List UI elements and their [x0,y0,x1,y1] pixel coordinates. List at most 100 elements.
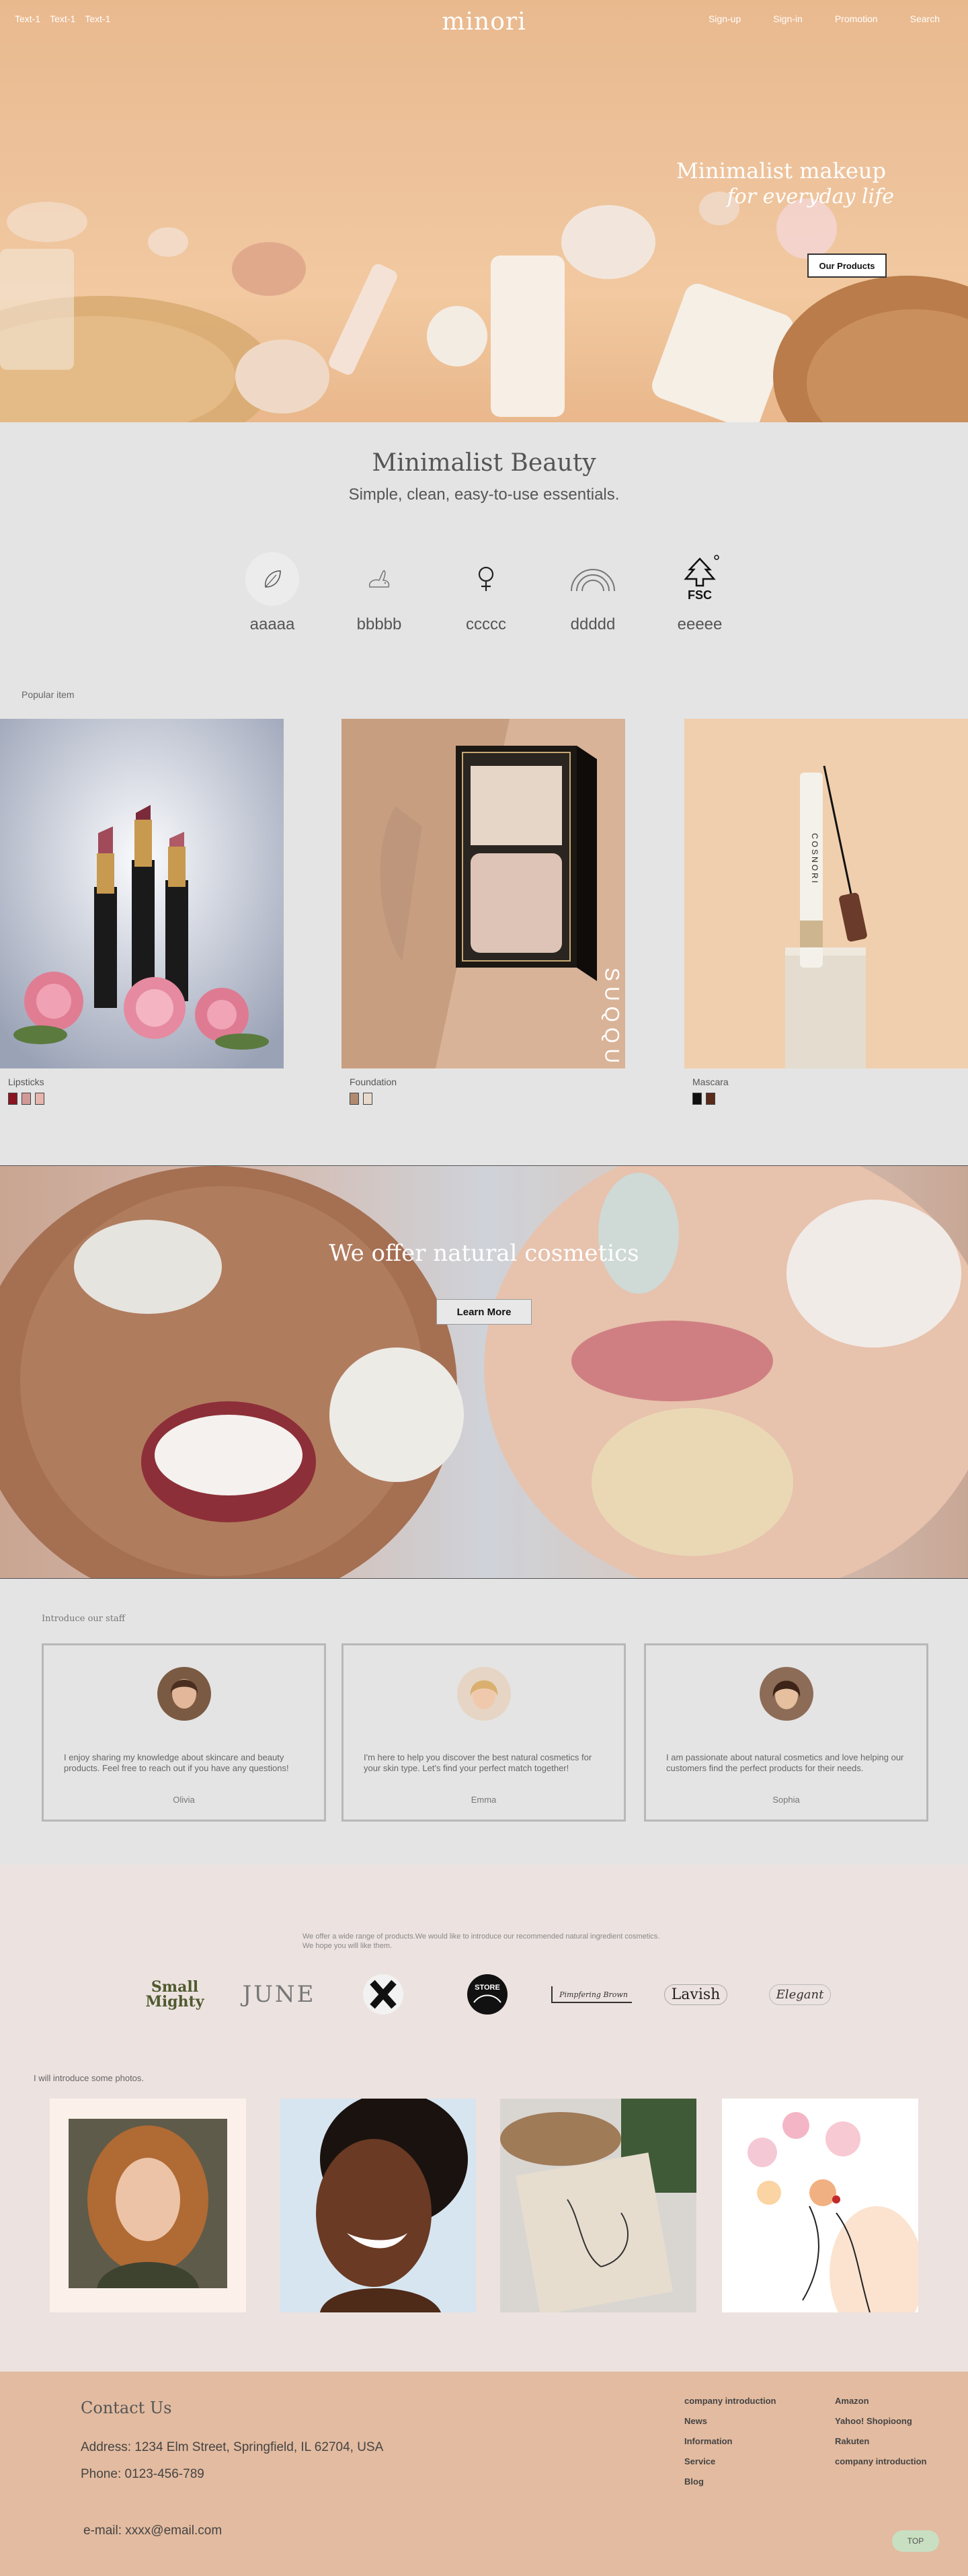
hero-section: Text-1 Text-1 Text-1 minori Sign-up Sign… [0,0,968,422]
mascara-brand-text: COSNORI [810,833,819,885]
contact-phone: Phone: 0123-456-789 [81,2467,204,2481]
section-title: Minimalist Beauty [372,449,596,477]
staff-section: Introduce our staff I enjoy sharing my k… [0,1579,968,1865]
nav-link-sign-up[interactable]: Sign-up [709,13,741,24]
natural-title: We offer natural cosmetics [329,1240,639,1267]
minimalist-beauty-section: Minimalist Beauty Simple, clean, easy-to… [0,422,968,1165]
color-swatches [350,1093,625,1105]
fsc-mark: FSC [688,588,712,602]
brands-intro: We offer a wide range of products.We wou… [302,1933,660,1950]
footer: Contact Us Address: 1234 Elm Street, Spr… [0,2372,968,2576]
product-card-lipsticks[interactable]: Lipsticks [0,719,284,1105]
color-swatches [692,1093,968,1105]
our-products-button[interactable]: Our Products [807,253,887,278]
brand-logo-small-mighty[interactable]: Small Mighty [134,1969,215,2020]
hero-title: Minimalist makeup [676,158,886,184]
natural-banner-image [0,1166,968,1578]
rabbit-icon [352,552,406,606]
brand-logo-elegant[interactable]: Elegant [760,1969,840,2020]
feature-item: FSC eeeee [670,552,730,634]
color-swatch[interactable] [35,1093,44,1105]
rainbow-icon [566,552,620,606]
staff-name: Emma [471,1795,497,1805]
footer-link-information[interactable]: Information [684,2436,776,2446]
footer-link-company-introduction-2[interactable]: company introduction [835,2456,927,2466]
brand-logo-x[interactable]: X [343,1969,424,2020]
popular-item-label: Popular item [22,689,75,700]
feature-icons: aaaaa bbbbb ccccc ddddd FSC eeeee [242,552,730,634]
feature-item: bbbbb [349,552,409,634]
back-to-top-button[interactable]: TOP [892,2530,939,2552]
contact-address: Address: 1234 Elm Street, Springfield, I… [81,2440,384,2454]
section-subtitle: Simple, clean, easy-to-use essentials. [348,485,620,504]
feature-item: ccccc [456,552,516,634]
footer-links-col-1: company introduction News Information Se… [684,2396,776,2487]
leaf-icon [245,552,299,606]
footer-link-service[interactable]: Service [684,2456,776,2466]
fsc-tree-icon: FSC [673,552,727,606]
brand-logo-store[interactable]: STORE [447,1969,528,2020]
color-swatch[interactable] [22,1093,31,1105]
color-swatches [8,1093,284,1105]
brand-logo-june[interactable]: JUNE [239,1969,319,2020]
nav-link-promotion[interactable]: Promotion [835,13,878,24]
staff-name: Olivia [173,1795,195,1805]
footer-link-news[interactable]: News [684,2416,776,2426]
feature-label: aaaaa [249,615,295,633]
footer-link-blog[interactable]: Blog [684,2476,776,2487]
foundation-image[interactable]: SUQQU [341,719,625,1068]
color-swatch[interactable] [363,1093,372,1105]
brand-logos: Small Mighty JUNE X STORE Pimpfering Bro… [134,1969,834,2020]
staff-name: Sophia [772,1795,800,1805]
contact-email[interactable]: e-mail: xxxx@email.com [83,2524,222,2538]
nav-link-search[interactable]: Search [910,13,940,24]
color-swatch[interactable] [350,1093,359,1105]
contact-title: Contact Us [81,2398,172,2417]
footer-link-company-introduction[interactable]: company introduction [684,2396,776,2406]
feature-item: ddddd [563,552,623,634]
hero-image [0,192,968,422]
color-swatch[interactable] [706,1093,715,1105]
color-swatch[interactable] [8,1093,17,1105]
hero-subtitle: for everyday life [727,185,894,208]
mascara-image[interactable]: COSNORI [684,719,968,1068]
learn-more-button[interactable]: Learn More [436,1299,532,1325]
product-name: Mascara [692,1077,729,1087]
footer-link-amazon[interactable]: Amazon [835,2396,927,2406]
nav-right-links: Sign-up Sign-in Promotion Search [709,13,940,24]
product-card-foundation[interactable]: SUQQU Foundation [341,719,625,1105]
footer-link-yahoo-shopping[interactable]: Yahoo! Shopioong [835,2416,927,2426]
brand-logo-pimpfering-brown[interactable]: Pimpfering Brown [551,1969,632,2020]
feature-label: ccccc [466,615,506,633]
footer-links-col-2: Amazon Yahoo! Shopioong Rakuten company … [835,2396,927,2466]
product-card-mascara[interactable]: COSNORI Mascara [684,719,968,1105]
photo-tote-bag[interactable] [500,2099,696,2312]
lipsticks-image[interactable] [0,719,284,1068]
product-name: Lipsticks [8,1077,44,1087]
hero-copy: Minimalist makeup for everyday life [676,158,894,208]
feature-label: bbbbb [356,615,402,633]
avatar [759,1667,813,1721]
staff-card: I am passionate about natural cosmetics … [644,1643,928,1822]
footer-link-rakuten[interactable]: Rakuten [835,2436,927,2446]
feature-item: aaaaa [242,552,302,634]
avatar [456,1667,511,1721]
female-symbol-icon [459,552,513,606]
foundation-brand-text: SUQQU [601,968,623,1068]
photo-smiling-woman[interactable] [280,2099,476,2312]
feature-label: ddddd [570,615,616,633]
staff-quote: I'm here to help you discover the best n… [364,1752,592,1773]
natural-cosmetics-banner: We offer natural cosmetics Learn More [0,1165,968,1579]
staff-quote: I enjoy sharing my knowledge about skinc… [64,1752,289,1773]
photo-curly-hair-woman[interactable] [50,2099,246,2312]
product-name: Foundation [350,1077,397,1087]
top-nav: Text-1 Text-1 Text-1 minori Sign-up Sign… [0,0,968,40]
nav-link-sign-in[interactable]: Sign-in [773,13,803,24]
photo-floral-line-art[interactable] [722,2099,918,2312]
staff-card: I'm here to help you discover the best n… [341,1643,626,1822]
avatar [157,1667,211,1721]
staff-card: I enjoy sharing my knowledge about skinc… [42,1643,326,1822]
brand-logo-lavish[interactable]: Lavish [655,1969,736,2020]
staff-heading: Introduce our staff [42,1614,126,1624]
color-swatch[interactable] [692,1093,702,1105]
